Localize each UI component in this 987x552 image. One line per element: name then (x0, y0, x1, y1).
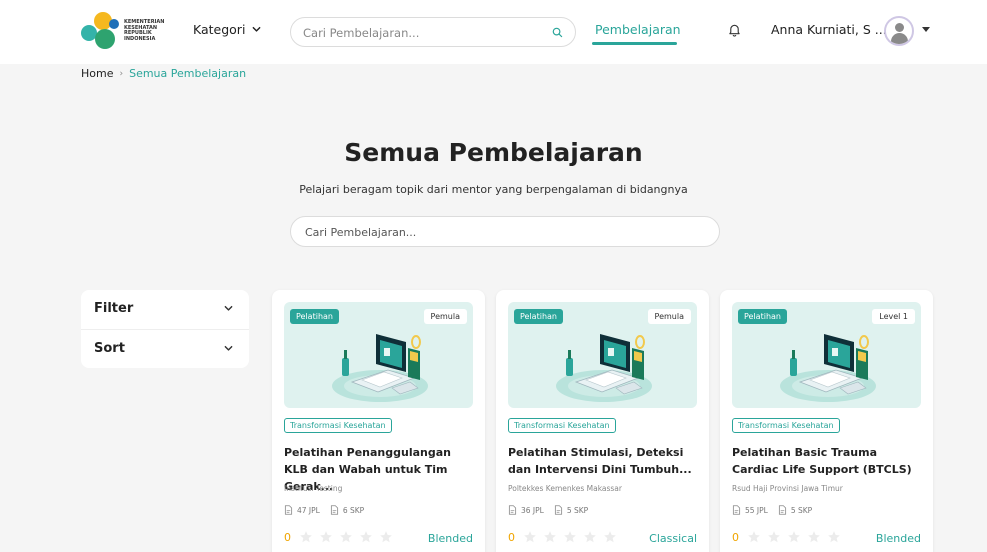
document-icon (732, 505, 741, 515)
course-jpl: 47 JPL (284, 505, 320, 515)
laptop-illustration-icon (556, 334, 652, 402)
top-navbar: KEMENTERIAN KESEHATAN REPUBLIK INDONESIA… (0, 0, 987, 64)
search-icon[interactable] (552, 27, 563, 38)
laptop-illustration-icon (780, 334, 876, 402)
course-jpl: 36 JPL (508, 505, 544, 515)
chevron-down-icon (253, 26, 261, 32)
course-thumbnail: Pelatihan Pemula (284, 302, 473, 408)
sort-toggle[interactable]: Sort (81, 330, 249, 369)
course-jpl-text: 36 JPL (521, 505, 544, 515)
course-skp: 5 SKP (554, 505, 588, 515)
star-icon (340, 531, 352, 543)
course-jpl: 55 JPL (732, 505, 768, 515)
chevron-down-icon (224, 305, 233, 311)
avatar[interactable] (884, 16, 914, 46)
star-icon (564, 531, 576, 543)
course-institution: Rsud Haji Provinsi Jawa Timur (732, 484, 843, 493)
filter-toggle[interactable]: Filter (81, 290, 249, 329)
star-icon (320, 531, 332, 543)
course-rating: 0 (508, 530, 617, 544)
course-category-tag[interactable]: Transformasi Kesehatan (284, 418, 392, 433)
star-icon (584, 531, 596, 543)
course-skp-text: 5 SKP (566, 505, 589, 515)
star-icon (828, 531, 840, 543)
course-institution: Institusi Testing (284, 484, 343, 493)
rating-value: 0 (284, 530, 291, 544)
breadcrumb-home[interactable]: Home (81, 67, 113, 80)
sort-label: Sort (94, 341, 125, 356)
star-icon (544, 531, 556, 543)
star-icon (748, 531, 760, 543)
course-category-tag[interactable]: Transformasi Kesehatan (508, 418, 616, 433)
rating-value: 0 (732, 530, 739, 544)
star-icon (808, 531, 820, 543)
caret-down-icon[interactable] (922, 27, 930, 32)
filter-sort-panel: Filter Sort (81, 290, 249, 368)
course-method: Blended (875, 532, 921, 545)
main-search-input[interactable]: Cari Pembelajaran... (290, 216, 720, 247)
laptop-illustration-icon (332, 334, 428, 402)
header-search-input[interactable]: Cari Pembelajaran... (290, 17, 576, 47)
course-thumbnail: Pelatihan Level 1 (732, 302, 921, 408)
document-icon (330, 505, 338, 515)
kemenkes-logo[interactable]: KEMENTERIAN KESEHATAN REPUBLIK INDONESIA (81, 11, 164, 51)
user-name[interactable]: Anna Kurniati, S ... (771, 22, 887, 37)
document-icon (778, 505, 786, 515)
course-skp: 6 SKP (330, 505, 364, 515)
page-title: Semua Pembelajaran (344, 138, 643, 167)
star-icon (524, 531, 536, 543)
star-icon (604, 531, 616, 543)
rating-value: 0 (508, 530, 515, 544)
course-institution: Poltekkes Kemenkes Makassar (508, 484, 622, 493)
course-title[interactable]: Pelatihan Basic Trauma Cardiac Life Supp… (732, 444, 924, 478)
course-method: Classical (649, 532, 697, 545)
course-card[interactable]: Pelatihan Pemula Transformasi Kesehatan … (272, 290, 485, 552)
course-skp: 5 SKP (778, 505, 812, 515)
course-jpl-text: 47 JPL (297, 505, 320, 515)
course-title[interactable]: Pelatihan Stimulasi, Deteksi dan Interve… (508, 444, 700, 478)
star-icon (360, 531, 372, 543)
course-skp-text: 6 SKP (342, 505, 365, 515)
header-search-placeholder: Cari Pembelajaran... (303, 26, 420, 40)
logo-mark-icon (81, 11, 121, 51)
course-category-tag[interactable]: Transformasi Kesehatan (732, 418, 840, 433)
main-search-placeholder: Cari Pembelajaran... (305, 226, 417, 239)
bell-icon[interactable] (728, 23, 741, 37)
course-meta: 55 JPL 5 SKP (732, 505, 812, 515)
kategori-label: Kategori (193, 22, 246, 37)
course-card[interactable]: Pelatihan Pemula Transformasi Kesehatan … (496, 290, 709, 552)
page-subtitle: Pelajari beragam topik dari mentor yang … (299, 183, 688, 196)
breadcrumb: Home › Semua Pembelajaran (81, 67, 246, 80)
document-icon (284, 505, 293, 515)
breadcrumb-current: Semua Pembelajaran (129, 67, 247, 80)
logo-text: KEMENTERIAN KESEHATAN REPUBLIK INDONESIA (124, 19, 165, 42)
star-icon (768, 531, 780, 543)
course-card[interactable]: Pelatihan Level 1 Transformasi Kesehatan… (720, 290, 933, 552)
course-rating: 0 (732, 530, 841, 544)
nav-pembelajaran[interactable]: Pembelajaran (595, 22, 681, 37)
course-method: Blended (427, 532, 473, 545)
star-icon (788, 531, 800, 543)
star-icon (380, 531, 392, 543)
course-meta: 47 JPL 6 SKP (284, 505, 364, 515)
breadcrumb-separator: › (119, 68, 124, 79)
nav-active-indicator (592, 42, 677, 45)
document-icon (508, 505, 517, 515)
kategori-dropdown[interactable]: Kategori (193, 22, 261, 37)
course-skp-text: 5 SKP (790, 505, 813, 515)
course-thumbnail: Pelatihan Pemula (508, 302, 697, 408)
chevron-down-icon (224, 345, 233, 351)
document-icon (554, 505, 562, 515)
star-icon (300, 531, 312, 543)
course-jpl-text: 55 JPL (745, 505, 768, 515)
course-meta: 36 JPL 5 SKP (508, 505, 588, 515)
course-rating: 0 (284, 530, 393, 544)
filter-label: Filter (94, 301, 134, 316)
